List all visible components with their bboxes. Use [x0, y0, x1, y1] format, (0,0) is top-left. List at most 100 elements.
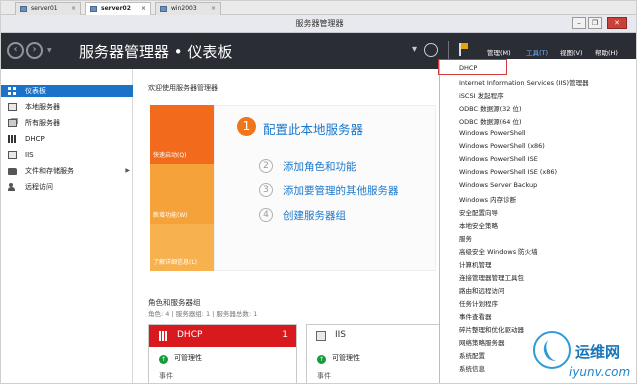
manageability-row[interactable]: ↑ 可管理性: [159, 353, 202, 364]
vm-tab-win2003[interactable]: win2003 ×: [155, 2, 221, 15]
sidebar: 仪表板 本地服务器 所有服务器 DHCP IIS 文件和存储服务 ▶ 远程访问: [1, 69, 133, 383]
menu-item-firewall[interactable]: 高级安全 Windows 防火墙: [459, 246, 538, 256]
card-title: IIS: [335, 330, 347, 340]
menu-item-local-security-policy[interactable]: 本地安全策略: [459, 220, 498, 230]
menu-item-computer-management[interactable]: 计算机管理: [459, 259, 492, 269]
tile-quick-start[interactable]: 快速启动(Q): [150, 105, 214, 164]
events-row[interactable]: 事件: [159, 371, 173, 381]
tile-learn-more[interactable]: 了解详细信息(L): [150, 224, 214, 271]
status-up-icon: ↑: [159, 355, 168, 364]
sidebar-item-all-servers[interactable]: 所有服务器: [1, 117, 133, 129]
menu-item-network-policy-server[interactable]: 网络策略服务器: [459, 337, 505, 347]
sidebar-item-label: 仪表板: [25, 87, 46, 95]
vm-icon: [90, 6, 97, 12]
close-icon[interactable]: ×: [141, 3, 146, 15]
menu-help[interactable]: 帮助(H): [595, 47, 618, 57]
vm-console-window: server01 × server02 × win2003 × 服务器管理器 –…: [0, 0, 637, 384]
watermark-text: 运维网: [575, 343, 621, 361]
menu-item-task-scheduler[interactable]: 任务计划程序: [459, 298, 498, 308]
configure-local-server-link[interactable]: 配置此本地服务器: [263, 119, 363, 138]
window-title-bar: 服务器管理器 – ❐ ✕: [1, 15, 636, 33]
remote-access-icon: [8, 183, 18, 191]
add-servers-link[interactable]: 添加要管理的其他服务器: [283, 183, 399, 198]
menu-item-server-backup[interactable]: Windows Server Backup: [459, 181, 537, 189]
sidebar-item-iis[interactable]: IIS: [1, 149, 133, 161]
menu-item-powershell[interactable]: Windows PowerShell: [459, 129, 526, 137]
sidebar-item-label: 远程访问: [25, 183, 53, 191]
menu-item-system-information[interactable]: 系统信息: [459, 363, 485, 373]
menu-item-iscsi-initiator[interactable]: iSCSI 发起程序: [459, 90, 504, 100]
iis-icon: [316, 331, 326, 341]
manageability-label: 可管理性: [332, 354, 360, 362]
menu-item-powershell-x86[interactable]: Windows PowerShell (x86): [459, 142, 545, 150]
card-title: DHCP: [177, 330, 203, 340]
dhcp-highlight-box: [438, 59, 507, 75]
vm-icon: [20, 6, 27, 12]
tile-label: 快速启动(Q): [153, 152, 187, 159]
step-number: 2: [259, 159, 273, 173]
role-card-dhcp[interactable]: DHCP 1 ↑ 可管理性 事件: [148, 324, 297, 383]
dashboard-main: 欢迎使用服务器管理器 快速启动(Q) 新增功能(W) 了解详细信息(L) 1 配…: [134, 69, 440, 383]
vm-tab-label: server01: [31, 5, 58, 12]
sidebar-item-remote-access[interactable]: 远程访问: [1, 181, 133, 193]
menu-item-cmak[interactable]: 连接管理器管理工具包: [459, 272, 524, 282]
tile-label: 新增功能(W): [153, 212, 188, 219]
roles-summary: 角色: 4 | 服务器组: 1 | 服务器总数: 1: [148, 310, 258, 318]
sidebar-item-local-server[interactable]: 本地服务器: [1, 101, 133, 113]
vm-tab-label: win2003: [171, 5, 197, 12]
add-roles-link[interactable]: 添加角色和功能: [283, 159, 357, 174]
roles-section-title: 角色和服务器组: [148, 298, 201, 307]
close-button[interactable]: ✕: [607, 17, 627, 29]
tile-whats-new[interactable]: 新增功能(W): [150, 164, 214, 224]
menu-item-system-configuration[interactable]: 系统配置: [459, 350, 485, 360]
menu-item-defragment[interactable]: 碎片整理和优化驱动器: [459, 324, 524, 334]
refresh-icon[interactable]: [424, 43, 438, 57]
folder-icon: [8, 168, 17, 175]
site-watermark: 运维网 iyunv.com: [529, 329, 636, 383]
sidebar-item-label: 本地服务器: [25, 103, 60, 111]
menu-item-powershell-ise[interactable]: Windows PowerShell ISE: [459, 155, 538, 163]
menu-manage[interactable]: 管理(M): [487, 47, 511, 57]
chevron-right-icon[interactable]: ▶: [125, 165, 130, 177]
manageability-row[interactable]: ↑ 可管理性: [317, 353, 360, 364]
sidebar-item-file-storage[interactable]: 文件和存储服务 ▶: [1, 165, 133, 177]
history-dropdown-icon[interactable]: ▼: [47, 47, 52, 54]
menu-item-security-wizard[interactable]: 安全配置向导: [459, 207, 498, 217]
menu-item-odbc-64[interactable]: ODBC 数据源(64 位): [459, 116, 521, 126]
menu-view[interactable]: 视图(V): [560, 47, 583, 57]
role-card-iis[interactable]: IIS ↑ 可管理性 事件: [306, 324, 440, 383]
minimize-button[interactable]: –: [572, 17, 586, 29]
menu-item-powershell-ise-x86[interactable]: Windows PowerShell ISE (x86): [459, 168, 557, 176]
menu-item-routing-remote-access[interactable]: 路由和远程访问: [459, 285, 505, 295]
menu-item-iis-manager[interactable]: Internet Information Services (IIS)管理器: [459, 77, 589, 87]
menu-tools[interactable]: 工具(T): [526, 47, 548, 57]
menu-item-memory-diagnostic[interactable]: Windows 内存诊断: [459, 194, 516, 204]
vm-tab-label: server02: [101, 5, 131, 12]
back-button[interactable]: ‹: [7, 42, 24, 59]
menu-item-event-viewer[interactable]: 事件查看器: [459, 311, 492, 321]
chevron-down-icon[interactable]: ▾: [412, 44, 417, 55]
forward-button[interactable]: ›: [26, 42, 43, 59]
maximize-button[interactable]: ❐: [588, 17, 602, 29]
notification-flag-icon[interactable]: [459, 43, 469, 56]
header-divider: [448, 41, 449, 61]
sidebar-item-dhcp[interactable]: DHCP: [1, 133, 133, 145]
close-icon[interactable]: ×: [71, 3, 76, 15]
create-server-group-link[interactable]: 创建服务器组: [283, 208, 346, 223]
status-up-icon: ↑: [317, 355, 326, 364]
sidebar-item-dashboard[interactable]: 仪表板: [1, 85, 133, 97]
tile-label: 了解详细信息(L): [153, 259, 198, 266]
close-icon[interactable]: ×: [211, 3, 216, 15]
step-number: 3: [259, 183, 273, 197]
vm-tab-server01[interactable]: server01 ×: [15, 2, 81, 15]
menu-item-services[interactable]: 服务: [459, 233, 472, 243]
menu-item-odbc-32[interactable]: ODBC 数据源(32 位): [459, 103, 521, 113]
dhcp-icon: [8, 135, 17, 143]
events-row[interactable]: 事件: [317, 371, 331, 381]
card-header: IIS: [307, 325, 439, 347]
vm-tab-server02[interactable]: server02 ×: [85, 2, 151, 15]
dhcp-icon: [158, 331, 168, 341]
sidebar-item-label: DHCP: [25, 135, 45, 143]
sidebar-item-label: 所有服务器: [25, 119, 60, 127]
sidebar-item-label: 文件和存储服务: [25, 167, 74, 175]
